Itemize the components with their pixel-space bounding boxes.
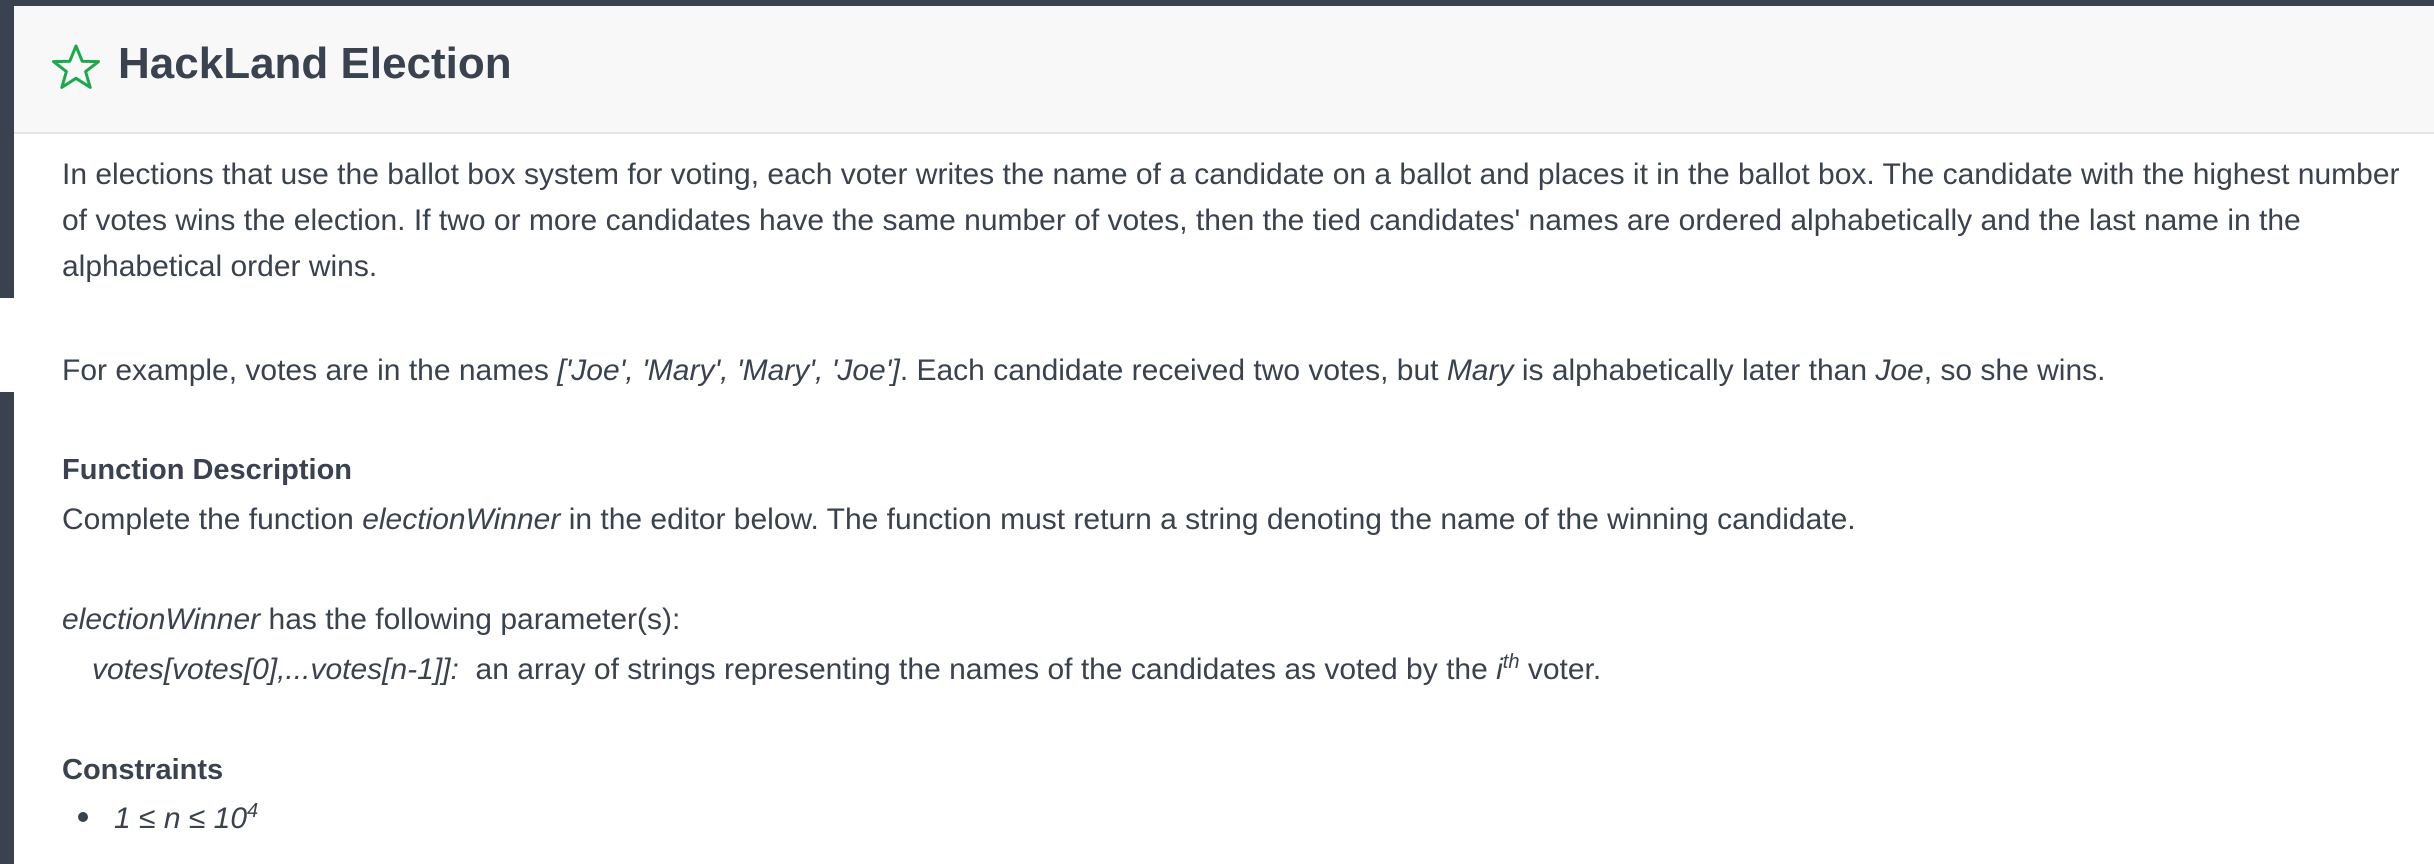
example-paragraph: For example, votes are in the names ['Jo… [62,348,2105,394]
constraints-heading: Constraints [62,754,224,786]
fd-function-name: electionWinner [362,503,561,536]
problem-page: HackLand Election In elections that use … [0,0,2434,864]
function-description-text: Complete the function electionWinner in … [62,497,1856,543]
fd-suffix: in the editor below. The function must r… [560,503,1856,536]
param-sup: th [1502,651,1520,673]
fd-prefix: Complete the function [62,503,363,536]
parameter-votes: votes[votes[0],...votes[n-1]]: an array … [92,647,1601,693]
problem-statement: In elections that use the ballot box sys… [62,152,2402,290]
example-names: ['Joe', 'Mary', 'Mary', 'Joe'] [557,354,900,387]
example-name-later: Mary [1446,354,1514,387]
function-description-heading: Function Description [62,454,352,486]
example-suffix: , so she wins. [1923,354,2106,387]
params-function-name: electionWinner [62,603,261,636]
param-desc-prefix: an array of strings representing the nam… [458,653,1497,686]
challenge-header: HackLand Election [14,6,2434,134]
bullet-icon [78,812,88,823]
challenge-title: HackLand Election [118,39,512,88]
constraint-sup: 4 [247,800,259,822]
param-signature: votes[votes[0],...votes[n-1]]: [92,653,459,686]
left-edge-bar [0,6,14,298]
constraint-item: 1 ≤ n ≤ 104 [78,796,258,842]
constraint-base: 1 ≤ n ≤ 10 [114,802,248,835]
left-edge-bar-lower [0,392,14,864]
example-middle: . Each candidate received two votes, but [899,354,1447,387]
star-outline-svg [52,44,100,89]
example-middle2: is alphabetically later than [1513,354,1876,387]
params-intro-suffix: has the following parameter(s): [260,603,681,636]
intro-paragraph: In elections that use the ballot box sys… [62,158,2400,283]
parameters-intro: electionWinner has the following paramet… [62,597,680,643]
example-name-earlier: Joe [1875,354,1924,387]
param-desc-suffix: voter. [1519,653,1602,686]
param-i: i [1496,653,1503,686]
star-outline-icon[interactable] [50,42,102,94]
example-prefix: For example, votes are in the names [62,354,558,387]
